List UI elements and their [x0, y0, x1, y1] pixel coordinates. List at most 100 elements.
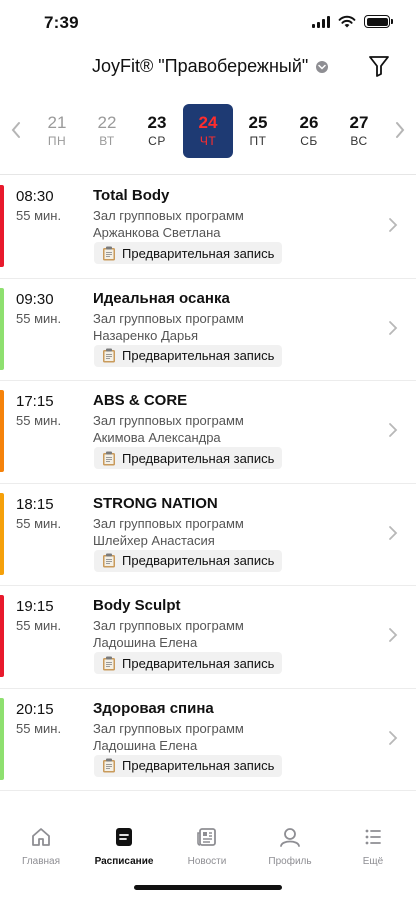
day-weekday: ЧТ — [199, 134, 217, 148]
clipboard-icon — [103, 348, 115, 363]
profile-icon — [280, 828, 300, 847]
divider — [0, 174, 416, 175]
class-trainer: Аржанкова Светлана — [93, 225, 221, 240]
booking-badge-label: Предварительная запись — [122, 655, 275, 671]
class-title: Идеальная осанка — [93, 289, 230, 307]
schedule-icon — [116, 828, 132, 846]
class-duration: 55 мин. — [16, 618, 62, 633]
schedule-item[interactable]: 17:15 55 мин. ABS & CORE Зал групповых прог… — [0, 381, 416, 484]
class-title: Total Body — [93, 187, 170, 204]
booking-badge: Предварительная запись — [94, 447, 283, 469]
tab-more[interactable]: Ещё — [332, 826, 414, 867]
day-weekday: ВС — [350, 134, 368, 148]
category-color-bar — [0, 492, 4, 575]
home-icon — [32, 828, 50, 846]
tab-label: Новости — [187, 856, 227, 867]
club-name: JoyFit® "Правобережный" — [92, 56, 309, 76]
day-number: 24 — [198, 113, 218, 132]
booking-badge-label: Предварительная запись — [122, 758, 275, 773]
day-weekday: ВТ — [99, 134, 115, 148]
day-23[interactable]: 23 СР — [132, 104, 182, 158]
cellular-signal-icon — [312, 15, 330, 28]
day-25[interactable]: 25 ПТ — [233, 104, 283, 158]
booking-badge-label: Предварительная запись — [122, 450, 275, 466]
day-number: 25 — [248, 113, 268, 132]
home-indicator — [134, 885, 282, 890]
class-time: 09:30 — [16, 290, 54, 308]
header: JoyFit® "Правобережный" — [0, 50, 416, 86]
class-trainer: Шлейхер Анастасия — [93, 532, 215, 548]
class-title: Здоровая спина — [93, 699, 214, 717]
class-title: Body Sculpt — [93, 597, 181, 614]
schedule-item[interactable]: 08:30 55 мин. Total Body Зал групповых прог… — [0, 176, 416, 279]
clipboard-icon — [103, 758, 115, 773]
class-time: 18:15 — [16, 495, 54, 513]
tab-profile[interactable]: Профиль — [249, 826, 331, 867]
day-weekday: ПТ — [249, 134, 267, 148]
chevron-right-icon — [389, 628, 398, 642]
week-selector: 21 ПН 22 ВТ 23 СР 24 ЧТ 25 ПТ 26 СБ 27 В… — [0, 100, 416, 162]
class-hall: Зал групповых программ — [93, 618, 244, 633]
schedule-item[interactable]: 09:30 55 мин. Идеальная осанка Зал групповы… — [0, 279, 416, 381]
clipboard-icon — [103, 553, 115, 568]
filter-icon[interactable] — [368, 54, 390, 78]
tab-bar: Главная Расписание Новости Профиль Ещё — [0, 818, 416, 878]
chevron-left-icon[interactable] — [8, 118, 24, 142]
schedule-item[interactable]: 18:15 55 мин. STRONG NATION Зал групповых п… — [0, 484, 416, 586]
tab-schedule[interactable]: Расписание — [83, 826, 165, 867]
chevron-right-icon[interactable] — [392, 118, 408, 142]
booking-badge-label: Предварительная запись — [122, 245, 275, 261]
more-list-icon — [365, 829, 381, 845]
class-trainer: Ладошина Елена — [93, 635, 198, 650]
class-hall: Зал групповых программ — [93, 413, 244, 428]
class-duration: 55 мин. — [16, 413, 62, 428]
day-number: 27 — [349, 113, 369, 132]
booking-badge: Предварительная запись — [94, 344, 283, 367]
class-duration: 55 мин. — [16, 720, 62, 736]
schedule-item[interactable]: 19:15 55 мин. Body Sculpt Зал групповых про… — [0, 586, 416, 689]
status-bar: 7:39 — [0, 0, 416, 46]
category-color-bar — [0, 697, 4, 780]
category-color-bar — [0, 390, 4, 472]
day-number: 21 — [47, 113, 67, 132]
class-hall: Зал групповых программ — [93, 208, 244, 223]
tab-news[interactable]: Новости — [166, 826, 248, 867]
class-time: 19:15 — [16, 598, 54, 615]
booking-badge-label: Предварительная запись — [122, 553, 275, 568]
schedule-item[interactable]: 20:15 55 мин. Здоровая спина Зал групповых … — [0, 689, 416, 791]
class-time: 08:30 — [16, 188, 54, 205]
booking-badge-label: Предварительная запись — [122, 348, 275, 363]
status-time: 7:39 — [44, 13, 79, 32]
booking-badge: Предварительная запись — [94, 549, 283, 572]
day-number: 26 — [299, 113, 319, 132]
tab-label: Главная — [21, 856, 61, 867]
day-weekday: СР — [148, 134, 166, 148]
tab-home[interactable]: Главная — [0, 826, 82, 867]
class-title: STRONG NATION — [93, 494, 218, 512]
class-hall: Зал групповых программ — [93, 720, 244, 736]
class-duration: 55 мин. — [16, 310, 62, 326]
day-22[interactable]: 22 ВТ — [82, 104, 132, 158]
class-trainer: Ладошина Елена — [93, 737, 198, 753]
club-selector[interactable]: JoyFit® "Правобережный" — [92, 56, 329, 77]
clipboard-icon — [103, 656, 115, 670]
chevron-right-icon — [389, 320, 398, 335]
chevron-right-icon — [389, 423, 398, 437]
day-24[interactable]: 24 ЧТ — [183, 104, 233, 158]
tab-label: Профиль — [268, 856, 312, 867]
day-21[interactable]: 21 ПН — [32, 104, 82, 158]
class-title: ABS & CORE — [93, 392, 188, 409]
class-trainer: Назаренко Дарья — [93, 327, 199, 343]
clipboard-icon — [103, 451, 115, 465]
class-hall: Зал групповых программ — [93, 310, 244, 326]
schedule-list: 08:30 55 мин. Total Body Зал групповых прог… — [0, 176, 416, 791]
day-number: 22 — [97, 113, 117, 132]
day-number: 23 — [147, 113, 167, 132]
day-26[interactable]: 26 СБ — [284, 104, 334, 158]
battery-icon — [364, 15, 393, 28]
booking-badge: Предварительная запись — [94, 652, 283, 674]
class-time: 17:15 — [16, 393, 54, 410]
class-hall: Зал групповых программ — [93, 515, 244, 531]
day-27[interactable]: 27 ВС — [334, 104, 384, 158]
tab-label: Ещё — [362, 856, 384, 867]
